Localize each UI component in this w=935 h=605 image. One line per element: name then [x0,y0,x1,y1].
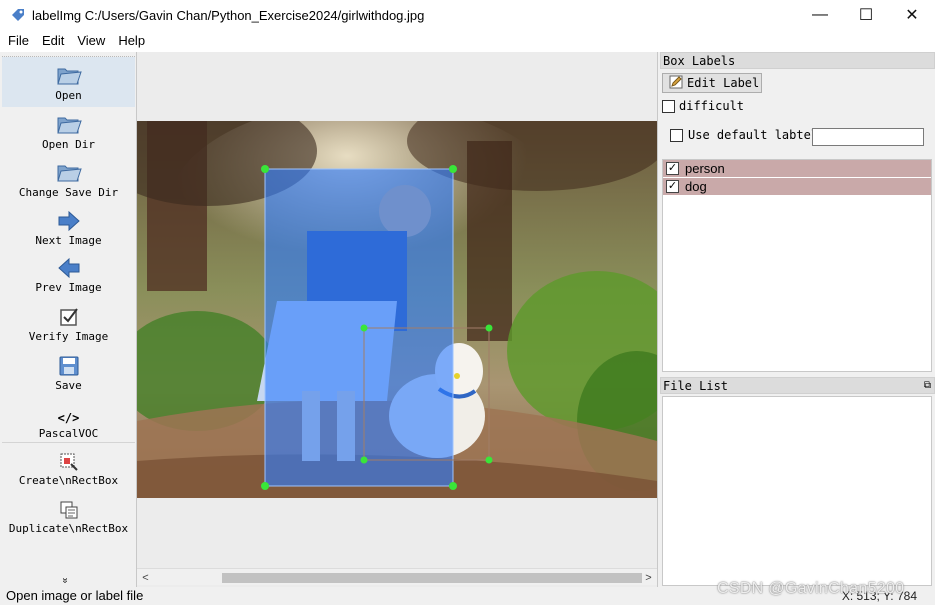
menu-file[interactable]: File [3,30,34,52]
label-name: dog [685,179,707,194]
folder-icon [56,61,82,87]
arrow-left-icon [57,253,81,279]
change-save-dir-button[interactable]: Change Save Dir [2,155,135,203]
box-labels-title: Box Labels [660,52,935,69]
menu-help[interactable]: Help [113,30,150,52]
checkbox-icon [58,302,80,328]
scrollbar-thumb[interactable] [222,573,642,583]
verify-image-button[interactable]: Verify Image [2,299,135,348]
status-message: Open image or label file [6,588,144,603]
edit-pencil-icon [669,75,683,92]
difficult-checkbox[interactable]: difficult [662,99,744,113]
scroll-right-icon[interactable]: > [640,569,657,586]
menu-edit[interactable]: Edit [37,30,69,52]
label-name: person [685,161,725,176]
difficult-check-box[interactable] [662,99,675,113]
next-image-label: Next Image [35,234,102,247]
file-list-title: File List ⧉ [660,377,935,394]
prev-image-button[interactable]: Prev Image [2,250,135,299]
folder-icon [56,110,82,136]
file-list-title-text: File List [663,379,729,393]
open-button[interactable]: Open [2,57,135,107]
label-list: ✓ person ✓ dog [662,159,932,372]
edit-label-text: Edit Label [687,76,760,90]
use-default-check-box[interactable] [670,128,683,142]
open-dir-label: Open Dir [42,138,95,151]
title-bar: labelImg C:/Users/Gavin Chan/Python_Exer… [0,0,935,30]
check-icon[interactable]: ✓ [666,180,679,193]
arrow-right-icon [57,206,81,232]
open-dir-button[interactable]: Open Dir [2,107,135,155]
use-default-label-text: Use default labtel [688,128,819,142]
default-label-input[interactable] [812,128,924,146]
right-dock: Box Labels Edit Label difficult Use defa… [660,52,935,587]
difficult-label: difficult [679,99,745,113]
duplicate-rectbox-button[interactable]: Duplicate\nRectBox [2,491,135,539]
pascalvoc-format-button[interactable]: </> PascalVOC [2,396,135,442]
pascalvoc-label: PascalVOC [38,427,99,440]
csdn-watermark: CSDN @GavinChan5200 [717,580,905,597]
file-list[interactable] [662,396,932,586]
folder-icon [56,158,82,184]
floppy-disk-icon [58,351,80,377]
open-label: Open [55,89,82,102]
duplicate-rectbox-label: Duplicate\nRectBox [8,522,129,535]
check-icon[interactable]: ✓ [666,162,679,175]
next-image-button[interactable]: Next Image [2,203,135,250]
box-labels-title-text: Box Labels [663,54,736,68]
image-canvas[interactable]: < > [136,52,658,587]
girl-with-dog-photo [137,121,657,498]
horizontal-scrollbar[interactable]: < > [137,568,657,585]
prev-image-label: Prev Image [35,281,102,294]
labelimg-app-icon [10,7,26,23]
toolbar-expand-icon[interactable]: » [59,578,70,584]
label-row-person[interactable]: ✓ person [663,160,931,177]
save-label: Save [55,379,82,392]
menu-view[interactable]: View [72,30,110,52]
left-toolbar: Open Open Dir Change Save Dir Next Image… [2,56,135,586]
label-row-dog[interactable]: ✓ dog [663,178,931,195]
create-rectbox-label: Create\nRectBox [18,474,119,487]
create-rectbox-icon [59,446,79,472]
window-title: labelImg C:/Users/Gavin Chan/Python_Exer… [32,7,425,23]
menu-bar: File Edit View Help [0,30,935,52]
maximize-button[interactable]: ☐ [843,0,889,30]
close-button[interactable]: ✕ [889,0,935,30]
edit-label-button[interactable]: Edit Label [662,73,762,93]
verify-image-label: Verify Image [28,330,109,343]
change-save-dir-label: Change Save Dir [18,186,119,199]
code-icon: </> [57,411,80,425]
save-button[interactable]: Save [2,348,135,396]
use-default-label-checkbox[interactable]: Use default labtel [670,128,818,142]
minimize-button[interactable]: — [797,0,843,30]
duplicate-icon [59,494,79,520]
create-rectbox-button[interactable]: Create\nRectBox [2,443,135,491]
dock-float-icon[interactable]: ⧉ [924,378,931,394]
scroll-left-icon[interactable]: < [137,569,154,586]
